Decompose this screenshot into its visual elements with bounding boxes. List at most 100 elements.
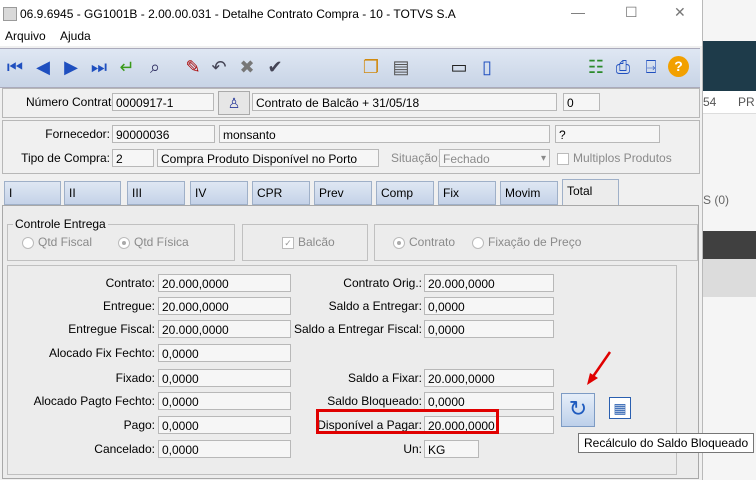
pago-label: Pago:: [123, 418, 155, 432]
minimize-button[interactable]: —: [571, 4, 585, 20]
hierarchy-icon[interactable]: ☷: [585, 55, 607, 79]
last-record-icon[interactable]: ⏭: [88, 55, 110, 79]
background-grey-row: [703, 259, 756, 297]
qtd-fiscal-radio[interactable]: Qtd Fiscal: [22, 233, 92, 251]
fixacao-radio[interactable]: Fixação de Preço: [472, 233, 581, 251]
highlight-box: [316, 409, 499, 434]
new-document-icon[interactable]: ▯: [476, 55, 498, 79]
alocado-pagto-fechto-label: Alocado Pagto Fechto:: [33, 394, 155, 408]
radio-icon: [22, 236, 34, 249]
return-icon[interactable]: ↵: [116, 55, 138, 79]
exit-icon[interactable]: ⍈: [640, 55, 662, 79]
contrato-radio-label: Contrato: [409, 235, 456, 249]
toolbar: ⏮ ◀ ▶ ⏭ ↵ ⌕ ✎ ↶ ✖ ✔ ❐ ▤ ▭ ▯ ☷ ⎙ ⍈ ?: [0, 48, 700, 88]
unidade-field[interactable]: KG: [424, 440, 479, 458]
fornecedor-label: Fornecedor:: [45, 127, 110, 141]
saldo-entregar-fiscal-field[interactable]: 0,0000: [424, 320, 554, 338]
saldo-bloqueado-field[interactable]: 0,0000: [424, 392, 554, 410]
qtd-fisica-radio[interactable]: Qtd Física: [118, 233, 189, 251]
cancel-icon[interactable]: ✖: [236, 55, 258, 79]
multiplos-produtos-label: Multiplos Produtos: [573, 151, 672, 165]
saldo-entregar-label: Saldo a Entregar:: [328, 299, 422, 313]
saldo-entregar-field[interactable]: 0,0000: [424, 297, 554, 315]
tipo-compra-code-field[interactable]: 2: [112, 149, 154, 167]
saldo-entregar-fiscal-label: Saldo a Entregar Fiscal:: [293, 322, 422, 336]
background-tab-54[interactable]: 54: [703, 95, 716, 109]
background-header-bar: [703, 41, 756, 91]
contrato-radio[interactable]: Contrato: [393, 233, 455, 251]
contrato-total-label: Contrato:: [105, 276, 155, 290]
radio-icon: [472, 236, 484, 249]
background-count: S (0): [703, 193, 730, 207]
tab-movim[interactable]: Movim: [500, 181, 558, 205]
next-record-icon[interactable]: ▶: [60, 55, 82, 79]
fornecedor-code-field[interactable]: 90000036: [112, 125, 215, 143]
balcao-label: Balcão: [298, 235, 335, 249]
tab-total[interactable]: Total: [562, 179, 619, 205]
search-icon[interactable]: ⌕: [144, 55, 166, 79]
radio-selected-icon: [393, 236, 405, 249]
tab-prev[interactable]: Prev: [314, 181, 372, 205]
confirm-icon[interactable]: ✔: [264, 55, 286, 79]
qtd-fiscal-label: Qtd Fiscal: [38, 235, 93, 249]
fixacao-radio-label: Fixação de Preço: [488, 235, 582, 249]
tipo-compra-label: Tipo de Compra:: [21, 151, 110, 165]
hierarchy-small-icon: ♙: [227, 95, 241, 111]
menu-arquivo[interactable]: Arquivo: [5, 29, 46, 43]
background-tab-pr[interactable]: PR: [738, 95, 755, 109]
background-app: 54 PR S (0): [703, 0, 756, 480]
undo-icon[interactable]: ↶: [208, 55, 230, 79]
tab-iv[interactable]: IV: [190, 181, 248, 205]
multiplos-produtos-checkbox[interactable]: Multiplos Produtos: [557, 149, 672, 167]
radio-selected-icon: [118, 236, 130, 249]
balcao-checkbox[interactable]: ✓ Balcão: [282, 233, 335, 251]
saldo-bloqueado-label: Saldo Bloqueado:: [327, 394, 422, 408]
maximize-button[interactable]: ☐: [625, 4, 638, 21]
print-icon[interactable]: ⎙: [612, 55, 634, 79]
saldo-fixar-label: Saldo a Fixar:: [347, 371, 422, 385]
alocado-fix-fechto-label: Alocado Fix Fechto:: [48, 346, 155, 360]
entregue-fiscal-label: Entregue Fiscal:: [68, 322, 155, 336]
fornecedor-extra-field[interactable]: ?: [555, 125, 660, 143]
notes-icon[interactable]: ▤: [390, 55, 412, 79]
checkbox-icon: [557, 152, 569, 165]
numero-contrato-field[interactable]: 0000917-1: [112, 93, 214, 111]
detail-window: 06.9.6945 - GG1001B - 2.00.00.031 - Deta…: [0, 0, 703, 480]
saldo-fixar-field[interactable]: 20.000,0000: [424, 369, 554, 387]
calendar-button[interactable]: ▦: [609, 397, 631, 419]
contrato-extra-field[interactable]: 0: [563, 93, 600, 111]
tab-iii[interactable]: III: [127, 181, 185, 205]
window-title: 06.9.6945 - GG1001B - 2.00.00.031 - Deta…: [20, 7, 456, 21]
tab-ii[interactable]: II: [64, 181, 121, 205]
previous-record-icon[interactable]: ◀: [32, 55, 54, 79]
close-button[interactable]: ✕: [674, 4, 686, 21]
contrato-descricao-field[interactable]: Contrato de Balcão + 31/05/18: [252, 93, 557, 111]
calendar-icon: ▦: [613, 400, 627, 416]
title-bar: 06.9.6945 - GG1001B - 2.00.00.031 - Deta…: [0, 0, 702, 27]
contrato-orig-field[interactable]: 20.000,0000: [424, 274, 554, 292]
fixado-label: Fixado:: [115, 371, 155, 385]
help-icon[interactable]: ?: [668, 56, 689, 77]
situacao-label: Situação:: [391, 151, 442, 165]
tab-i[interactable]: I: [4, 181, 61, 205]
tooltip: Recálculo do Saldo Bloqueado: [578, 433, 755, 453]
form-icon[interactable]: ▭: [448, 55, 470, 79]
checkmark-icon: ✓: [282, 236, 294, 249]
copy-records-icon[interactable]: ❐: [360, 55, 382, 79]
background-dark-row: [703, 231, 756, 259]
alocado-fix-fechto-field[interactable]: 0,0000: [158, 344, 291, 362]
menu-ajuda[interactable]: Ajuda: [60, 29, 91, 43]
tab-comp[interactable]: Comp: [376, 181, 434, 205]
edit-document-icon[interactable]: ✎: [182, 55, 204, 79]
first-record-icon[interactable]: ⏮: [4, 55, 26, 79]
hierarchy-button[interactable]: ♙: [218, 91, 250, 115]
tab-fix[interactable]: Fix: [438, 181, 496, 205]
tab-cpr[interactable]: CPR: [252, 181, 310, 205]
situacao-select[interactable]: Fechado ▾: [439, 149, 550, 167]
chevron-down-icon: ▾: [540, 153, 546, 164]
recalculo-saldo-button[interactable]: ↻: [561, 393, 595, 427]
tipo-compra-desc-field[interactable]: Compra Produto Disponível no Porto: [157, 149, 379, 167]
numero-contrato-label: Número Contrato:: [26, 95, 122, 109]
fornecedor-name-field[interactable]: monsanto: [219, 125, 550, 143]
controle-entrega-title: Controle Entrega: [13, 215, 108, 233]
